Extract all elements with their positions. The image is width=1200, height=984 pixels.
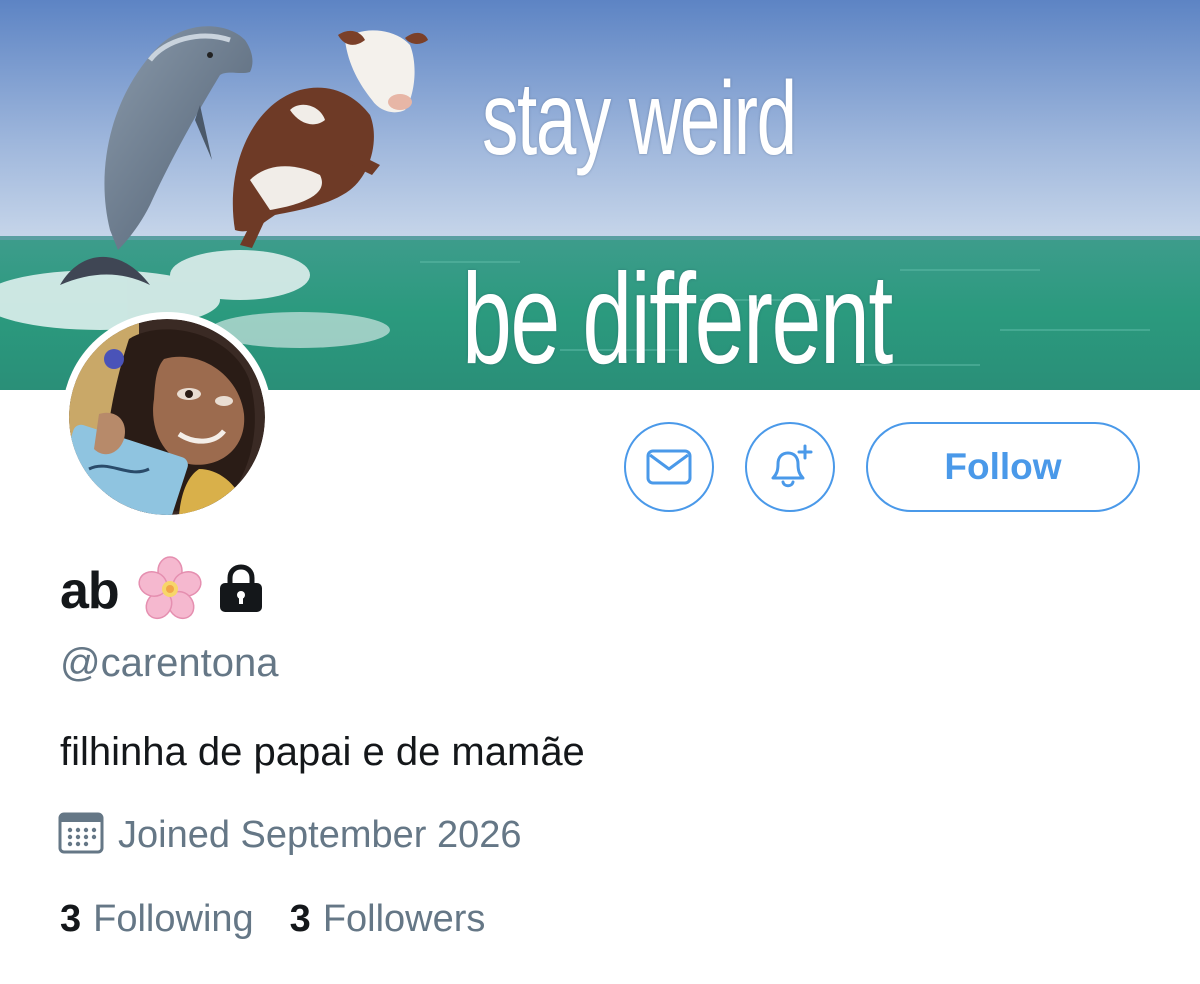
bell-plus-icon	[771, 444, 813, 488]
follow-stats: 3 Following 3 Followers	[60, 898, 485, 941]
banner-text-line-2: be different	[462, 248, 893, 390]
followers-link[interactable]: 3 Followers	[290, 898, 486, 941]
following-count: 3	[60, 898, 82, 940]
lock-icon	[217, 563, 265, 619]
joined-date: Joined September 2026	[118, 814, 522, 856]
display-name: ab	[60, 562, 120, 620]
profile-page: stay weird be different Follow ab @caren…	[0, 0, 1200, 984]
bio: filhinha de papai e de mamãe	[60, 730, 585, 774]
followers-count: 3	[289, 898, 311, 940]
handle: @carentona	[60, 641, 279, 685]
banner-text-line-1: stay weird	[482, 61, 797, 177]
notifications-button[interactable]	[745, 422, 835, 512]
follow-button[interactable]: Follow	[866, 422, 1140, 512]
cherry-blossom-icon	[137, 555, 203, 627]
following-label: Following	[93, 898, 254, 940]
message-button[interactable]	[624, 422, 714, 512]
display-name-row: ab	[60, 555, 265, 627]
joined-date-row: Joined September 2026	[58, 810, 522, 861]
avatar-image	[69, 319, 265, 515]
envelope-icon	[646, 449, 692, 485]
calendar-icon	[58, 810, 104, 861]
avatar[interactable]	[62, 312, 272, 522]
following-link[interactable]: 3 Following	[60, 898, 254, 941]
followers-label: Followers	[322, 898, 486, 940]
